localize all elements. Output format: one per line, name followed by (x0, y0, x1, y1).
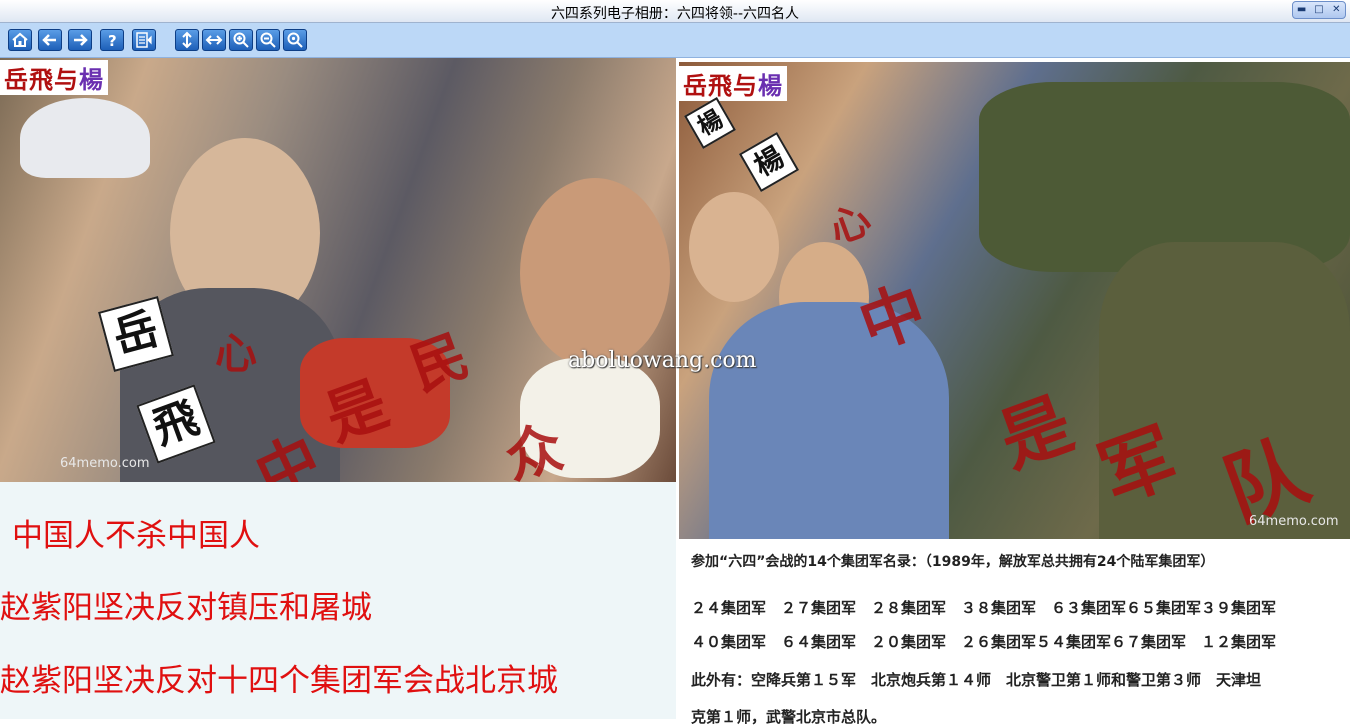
photo-figure (520, 178, 670, 368)
slogan-line: 赵紫阳坚决反对镇压和屠城 (0, 590, 372, 626)
stamp-seal: 楊 (738, 131, 800, 193)
zoom-fit-icon (287, 32, 303, 48)
fit-width-button[interactable] (202, 29, 226, 51)
army-list-line: 此外有：空降兵第１５军 北京炮兵第１４师 北京警卫第１师和警卫第３师 天津坦 (691, 671, 1262, 689)
slogan-line: 赵紫阳坚决反对十四个集团军会战北京城 (0, 663, 558, 699)
home-icon (12, 32, 28, 47)
overlay-char: 是 (988, 381, 1083, 484)
army-list-line: ２４集团军 ２７集团军 ２８集团军 ３８集团军 ６３集团军６５集团军３９集团军 (691, 599, 1277, 617)
zoom-in-icon (233, 32, 249, 48)
window-controls: ▬ □ ✕ (1292, 1, 1346, 19)
army-list-heading: 参加“六四”会战的14个集团军名录：（1989年，解放军总共拥有24个陆军集团军… (691, 554, 1215, 570)
help-button[interactable]: ? (100, 29, 124, 51)
zoom-in-button[interactable] (229, 29, 253, 51)
photo-credit: 64memo.com (60, 456, 150, 471)
logo-text: 岳飛与 (4, 65, 79, 94)
logo-text: 岳飛与 (683, 71, 758, 100)
stamp-seal: 楊 (684, 97, 736, 149)
logo-text: 楊 (79, 65, 104, 94)
military-photo: 岳飛与楊 楊 楊 心 中 是 军 队 64memo.com (679, 62, 1350, 539)
maximize-icon[interactable]: □ (1311, 3, 1327, 17)
toolbar: ? (0, 23, 1350, 58)
overlay-char: 心 (215, 329, 258, 378)
window-title: 六四系列电子相册：六四将领--六四名人 (550, 6, 800, 22)
photo-credit: 64memo.com (1249, 514, 1339, 529)
slogan-panel: 中国人不杀中国人 赵紫阳坚决反对镇压和屠城 赵紫阳坚决反对十四个集团军会战北京城 (0, 482, 676, 719)
protest-photo: 岳飛与楊 岳 飛 心 中 是 民 众 64memo.com (0, 58, 676, 482)
photo-figure (689, 192, 779, 302)
fit-width-icon (205, 35, 223, 45)
logo-text: 楊 (758, 71, 783, 100)
site-watermark: aboluowang.com (568, 348, 757, 373)
help-icon: ? (108, 32, 117, 49)
army-list-panel: 参加“六四”会战的14个集团军名录：（1989年，解放军总共拥有24个陆军集团军… (679, 539, 1350, 726)
home-button[interactable] (8, 29, 32, 51)
list-icon (136, 32, 152, 48)
zoom-out-button[interactable] (256, 29, 280, 51)
close-icon[interactable]: ✕ (1328, 3, 1344, 17)
back-arrow-icon (42, 34, 56, 46)
forward-arrow-icon (74, 34, 88, 46)
photo-logo: 岳飛与楊 (0, 60, 108, 95)
army-list-line: 克第１师，武警北京市总队。 (691, 708, 887, 726)
fit-height-button[interactable] (175, 29, 199, 51)
list-button[interactable] (132, 29, 156, 51)
army-list-line: ４０集团军 ６４集团军 ２０集团军 ２６集团军５４集团军６７集团军 １２集团军 (691, 633, 1277, 651)
window-titlebar[interactable]: 六四系列电子相册：六四将领--六四名人 ▬ □ ✕ (0, 0, 1350, 23)
zoom-out-icon (260, 32, 276, 48)
svg-text:?: ? (108, 32, 117, 49)
photo-logo: 岳飛与楊 (679, 66, 787, 101)
fit-height-icon (182, 31, 192, 49)
minimize-icon[interactable]: ▬ (1294, 3, 1310, 17)
zoom-fit-button[interactable] (283, 29, 307, 51)
back-button[interactable] (38, 29, 62, 51)
slogan-line: 中国人不杀中国人 (12, 518, 260, 554)
forward-button[interactable] (68, 29, 92, 51)
photo-figure (20, 98, 150, 178)
